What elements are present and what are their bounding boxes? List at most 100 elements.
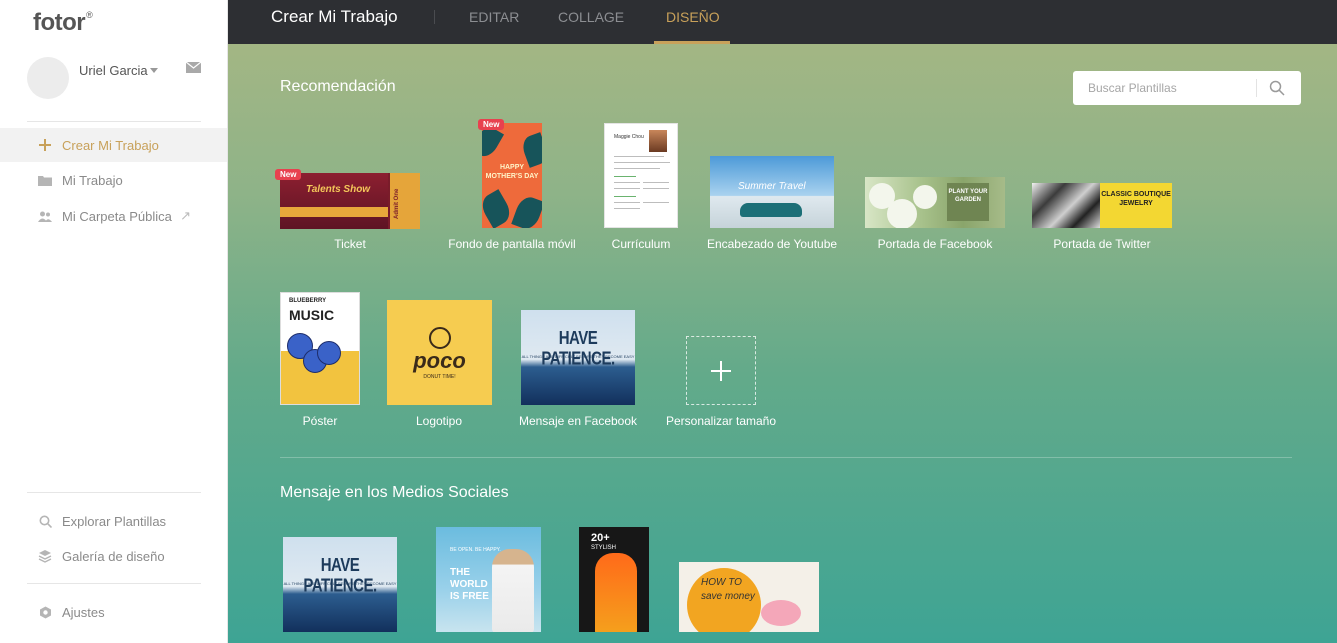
folder-icon <box>38 173 52 187</box>
sidebar-item-ajustes[interactable]: Ajustes <box>0 595 227 629</box>
thumb-text: HAVE PATIENCE. <box>303 555 377 597</box>
person-shape <box>492 549 534 632</box>
text-line <box>614 168 660 169</box>
leaf-shape <box>482 189 515 228</box>
tab-collage[interactable]: COLLAGE <box>558 9 624 25</box>
sidebar: fotor® Uriel Garcia Crear Mi Trabajo Mi … <box>0 0 228 643</box>
thumb-text: 20+ <box>591 532 610 544</box>
template-social-the-world-is-free[interactable]: BE OPEN. BE HAPPY. THE WORLD IS FREE <box>436 527 541 632</box>
external-link-icon[interactable]: ↗ <box>180 208 191 224</box>
text-line <box>643 202 669 203</box>
avatar[interactable] <box>27 57 69 99</box>
piggy-bank-icon <box>761 600 801 626</box>
search-icon[interactable] <box>1269 80 1285 96</box>
thumb-text: HAVE PATIENCE. <box>541 328 615 370</box>
section-title-recommendation: Recomendación <box>280 78 396 95</box>
template-label[interactable]: Encabezado de Youtube <box>687 237 857 251</box>
divider <box>27 583 201 584</box>
sidebar-item-mi-carpeta-publica[interactable]: Mi Carpeta Pública ↗ <box>0 199 227 233</box>
chevron-down-icon[interactable] <box>150 68 158 73</box>
thumb-text: CLASSIC BOUTIQUE JEWELRY <box>1100 183 1172 228</box>
plus-icon <box>711 361 731 381</box>
template-youtube-banner[interactable]: Summer Travel <box>710 156 834 228</box>
template-label[interactable]: Portada de Facebook <box>850 237 1020 251</box>
search-input[interactable] <box>1073 71 1253 105</box>
divider <box>27 492 201 493</box>
template-logo[interactable]: poco DONUT TIME! <box>387 300 492 405</box>
search-icon <box>38 514 52 528</box>
template-label[interactable]: Personalizar tamaño <box>636 414 806 428</box>
text-line <box>643 188 669 189</box>
thumb-text: Summer Travel <box>738 181 806 192</box>
template-social-have-patience[interactable]: HAVE PATIENCE. ALL THINGS ARE DIFFICULT … <box>283 537 397 632</box>
template-resume[interactable]: Maggie Chou <box>604 123 678 228</box>
plus-icon <box>38 138 52 152</box>
section-divider <box>280 457 1292 458</box>
user-name[interactable]: Uriel Garcia <box>79 63 148 78</box>
thumb-text: DONUT TIME! <box>423 374 456 380</box>
leaf-shape <box>511 193 542 228</box>
thumb-text: ALL THINGS ARE DIFFICULT BEFORE THEY BEC… <box>283 581 397 586</box>
thumb-text: Maggie Chou <box>614 134 644 140</box>
sidebar-item-galeria-de-diseno[interactable]: Galería de diseño <box>0 539 227 573</box>
tab-diseno[interactable]: DISEÑO <box>666 9 720 25</box>
custom-size-button[interactable] <box>686 336 756 405</box>
search-box <box>1073 71 1301 105</box>
thumb-text: ALL THINGS ARE DIFFICULT BEFORE THEY BEC… <box>521 354 635 359</box>
text-line <box>614 156 664 157</box>
text-line <box>614 208 640 209</box>
template-ticket[interactable]: Talents Show Admit One <box>280 173 420 229</box>
text-line <box>643 182 669 183</box>
divider <box>27 121 201 122</box>
thumb-text: Admit One <box>394 188 400 219</box>
page-title: Crear Mi Trabajo <box>271 7 398 26</box>
template-mobile-wallpaper[interactable]: HAPPY MOTHER'S DAY <box>482 123 542 228</box>
sidebar-item-crear-mi-trabajo[interactable]: Crear Mi Trabajo <box>0 128 227 162</box>
template-social-stylish[interactable]: 20+ STYLISH <box>579 527 649 632</box>
divider <box>434 10 435 24</box>
thumb-text: STYLISH <box>591 545 617 551</box>
mail-icon[interactable] <box>186 62 201 73</box>
text-line <box>614 196 636 197</box>
ticket-band <box>280 207 388 217</box>
gear-icon <box>38 605 52 619</box>
sidebar-item-explorar-plantillas[interactable]: Explorar Plantillas <box>0 504 227 538</box>
template-facebook-cover[interactable]: PLANT YOUR GARDEN <box>865 177 1005 228</box>
fotor-logo[interactable]: fotor® <box>33 9 93 37</box>
bw-photo <box>1032 183 1100 228</box>
tab-editar[interactable]: EDITAR <box>469 9 519 25</box>
template-label[interactable]: Portada de Twitter <box>1017 237 1187 251</box>
sidebar-item-label: Explorar Plantillas <box>62 513 167 529</box>
thumb-text: poco <box>413 348 466 373</box>
main-content: Recomendación New Talents Show Admit One… <box>228 44 1337 643</box>
thumb-text: MUSIC <box>289 307 335 323</box>
text-line <box>614 188 640 189</box>
thumb-text: Talents Show <box>306 184 371 195</box>
flower-shape <box>887 199 917 228</box>
text-line <box>614 176 636 177</box>
template-social-save-money[interactable]: HOW TO save money <box>679 562 819 632</box>
text-line <box>614 182 640 183</box>
top-bar: Crear Mi Trabajo EDITAR COLLAGE DISEÑO <box>228 0 1337 44</box>
template-poster[interactable]: BLUEBERRY MUSIC <box>280 292 360 405</box>
thumb-text: PLANT YOUR GARDEN <box>947 183 989 221</box>
thumb-text: HOW TO save money <box>701 577 755 602</box>
text-line <box>614 202 640 203</box>
thumb-text: BE OPEN. BE HAPPY. <box>450 547 501 553</box>
template-twitter-cover[interactable]: CLASSIC BOUTIQUE JEWELRY <box>1032 183 1172 228</box>
sidebar-item-label: Mi Carpeta Pública <box>62 208 172 224</box>
sidebar-item-label: Ajustes <box>62 604 105 620</box>
users-icon <box>38 209 52 223</box>
ticket-stage <box>280 173 388 229</box>
thumb-text: HAPPY MOTHER'S DAY <box>485 164 539 180</box>
figure-shape <box>595 553 637 632</box>
template-facebook-post[interactable]: HAVE PATIENCE. ALL THINGS ARE DIFFICULT … <box>521 310 635 405</box>
sidebar-item-mi-trabajo[interactable]: Mi Trabajo <box>0 163 227 197</box>
thumb-text: BLUEBERRY <box>289 298 327 304</box>
template-label[interactable]: Ticket <box>265 237 435 251</box>
sidebar-item-label: Mi Trabajo <box>62 172 123 188</box>
layers-icon <box>38 549 52 563</box>
divider <box>1256 79 1257 97</box>
sidebar-item-label: Galería de diseño <box>62 548 165 564</box>
car-shape <box>740 203 802 217</box>
